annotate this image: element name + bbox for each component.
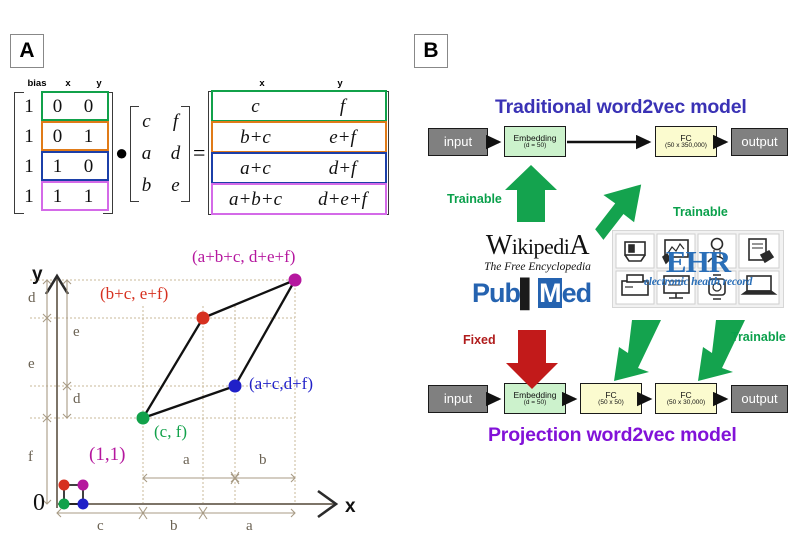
data-point-cf bbox=[136, 411, 150, 425]
point-label-cf: (c, f) bbox=[154, 422, 188, 441]
y-dim-e-outer: e bbox=[28, 356, 35, 372]
left-matrix-cell: 1 bbox=[24, 126, 34, 147]
x-dim-a-upper: a bbox=[183, 452, 190, 468]
left-matrix-header-y: y bbox=[96, 78, 102, 89]
weight-matrix-row: c f bbox=[132, 106, 190, 138]
weight-matrix-cell: e bbox=[171, 175, 180, 196]
weight-matrix-cell: f bbox=[172, 111, 179, 132]
top-fc-sublabel: (50 x 350,000) bbox=[665, 141, 707, 149]
y-dim-d-inner: d bbox=[73, 391, 81, 407]
traditional-model-title: Traditional word2vec model bbox=[495, 96, 747, 118]
bottom-fc2-block: FC (50 x 30,000) bbox=[655, 383, 717, 414]
y-axis-label: y bbox=[32, 264, 43, 285]
bottom-embedding-block: Embedding (d = 50) bbox=[504, 383, 566, 414]
point-label-ac-df: (a+c,d+f) bbox=[249, 374, 313, 393]
result-matrix-row-highlight bbox=[211, 183, 387, 215]
weight-matrix-cell: c bbox=[142, 111, 151, 132]
trainable-arrow-diag-bottom-1 bbox=[614, 320, 661, 381]
y-measure-inner bbox=[62, 279, 72, 419]
trainable-label-bottom-right: Trainable bbox=[731, 330, 786, 344]
left-matrix-row-highlight bbox=[41, 151, 109, 181]
bottom-embedding-sublabel: (d = 50) bbox=[523, 398, 547, 406]
top-embedding-sublabel: (d = 50) bbox=[523, 141, 547, 149]
wikipedia-logo: WikipediA The Free Encyclopedia bbox=[460, 230, 615, 274]
unit-square-label: (1,1) bbox=[89, 444, 126, 465]
trainable-arrow-up-top bbox=[505, 165, 557, 222]
unit-point-y bbox=[58, 479, 70, 491]
x-dim-a-lower: a bbox=[246, 518, 253, 534]
x-axis-label: x bbox=[345, 496, 356, 517]
figure-root: A bias x y 1 0 0 1 0 1 1 1 0 1 1 1 ● c f… bbox=[0, 0, 798, 560]
ehr-icon-grid bbox=[615, 233, 780, 305]
y-dim-e-inner: e bbox=[73, 324, 80, 340]
matrix-equation: bias x y 1 0 0 1 0 1 1 1 0 1 1 1 ● c f a… bbox=[0, 78, 400, 230]
panel-a-label: A bbox=[10, 34, 44, 68]
y-dim-f-outer: f bbox=[28, 449, 33, 465]
wikipedia-wordmark: WikipediA bbox=[485, 230, 590, 261]
left-matrix-row-highlight bbox=[41, 181, 109, 211]
unit-point-x bbox=[77, 498, 89, 510]
bottom-input-block: input bbox=[428, 385, 488, 413]
data-point-abc-def bbox=[288, 273, 302, 287]
y-dim-d-outer: d bbox=[28, 290, 36, 306]
vector-plot: y x 0 (a+b+c, d+e+f) (b+c, e+f) (a+c,d+f… bbox=[0, 246, 400, 546]
wikipedia-tagline: The Free Encyclopedia bbox=[484, 261, 591, 273]
vector-plot-svg bbox=[30, 273, 339, 520]
weight-matrix-cell: b bbox=[141, 175, 152, 196]
result-matrix-header-y: y bbox=[337, 78, 343, 89]
top-input-block: input bbox=[428, 128, 488, 156]
trainable-label-top-left: Trainable bbox=[447, 192, 502, 206]
point-label-bc-ef: (b+c, e+f) bbox=[100, 284, 169, 303]
bottom-input-label: input bbox=[443, 391, 473, 407]
pubmed-wordmark: Pub▌Med bbox=[472, 278, 592, 308]
x-measure-upper bbox=[142, 471, 296, 485]
bottom-fc2-sublabel: (50 x 30,000) bbox=[666, 398, 706, 406]
top-input-label: input bbox=[443, 134, 473, 150]
left-matrix-header-x: x bbox=[65, 78, 71, 89]
result-matrix-header-x: x bbox=[259, 78, 265, 89]
y-measure-outer bbox=[42, 279, 52, 505]
result-matrix-row-highlight bbox=[211, 121, 387, 153]
weight-matrix-cell: d bbox=[170, 143, 181, 164]
pubmed-logo: Pub▌Med bbox=[472, 278, 592, 309]
bottom-fc1-block: FC (50 x 50) bbox=[580, 383, 642, 414]
left-matrix-cell: 1 bbox=[24, 96, 34, 117]
fixed-arrow-down bbox=[506, 330, 558, 389]
top-fc-block: FC (50 x 350,000) bbox=[655, 126, 717, 157]
panel-b: Traditional word2vec model input Embeddi… bbox=[400, 0, 798, 560]
left-matrix-cell: 1 bbox=[24, 186, 34, 207]
ehr-logo bbox=[612, 230, 784, 308]
unit-point-origin bbox=[58, 498, 70, 510]
top-embedding-block: Embedding (d = 50) bbox=[504, 126, 566, 157]
x-dim-b-upper: b bbox=[259, 452, 267, 468]
result-matrix-row-highlight bbox=[211, 90, 387, 122]
matrix-dot-operator: ● bbox=[115, 140, 129, 165]
x-dim-b-lower: b bbox=[170, 518, 178, 534]
fixed-label-bottom: Fixed bbox=[463, 333, 496, 347]
trainable-label-top-right: Trainable bbox=[673, 205, 728, 219]
left-matrix-header-bias: bias bbox=[27, 78, 47, 89]
weight-matrix-row: b e bbox=[132, 170, 190, 202]
top-output-block: output bbox=[731, 128, 788, 156]
projection-model-title: Projection word2vec model bbox=[488, 424, 737, 446]
left-matrix-row-highlight bbox=[41, 91, 109, 121]
weight-matrix-cell: a bbox=[141, 143, 152, 164]
bottom-output-label: output bbox=[741, 391, 778, 407]
left-matrix-row-highlight bbox=[41, 121, 109, 151]
left-matrix-cell: 1 bbox=[24, 156, 34, 177]
data-point-bc-ef bbox=[196, 311, 210, 325]
bottom-output-block: output bbox=[731, 385, 788, 413]
origin-label: 0 bbox=[33, 490, 45, 516]
bottom-fc1-sublabel: (50 x 50) bbox=[598, 398, 624, 406]
x-dim-c-lower: c bbox=[97, 518, 104, 534]
weight-matrix-row: a d bbox=[132, 138, 190, 170]
unit-point-xy bbox=[77, 479, 89, 491]
top-output-label: output bbox=[741, 134, 778, 150]
matrix-equals-operator: = bbox=[193, 140, 206, 165]
point-label-abc-def: (a+b+c, d+e+f) bbox=[192, 247, 296, 266]
result-matrix-row-highlight bbox=[211, 152, 387, 184]
data-point-ac-df bbox=[228, 379, 242, 393]
